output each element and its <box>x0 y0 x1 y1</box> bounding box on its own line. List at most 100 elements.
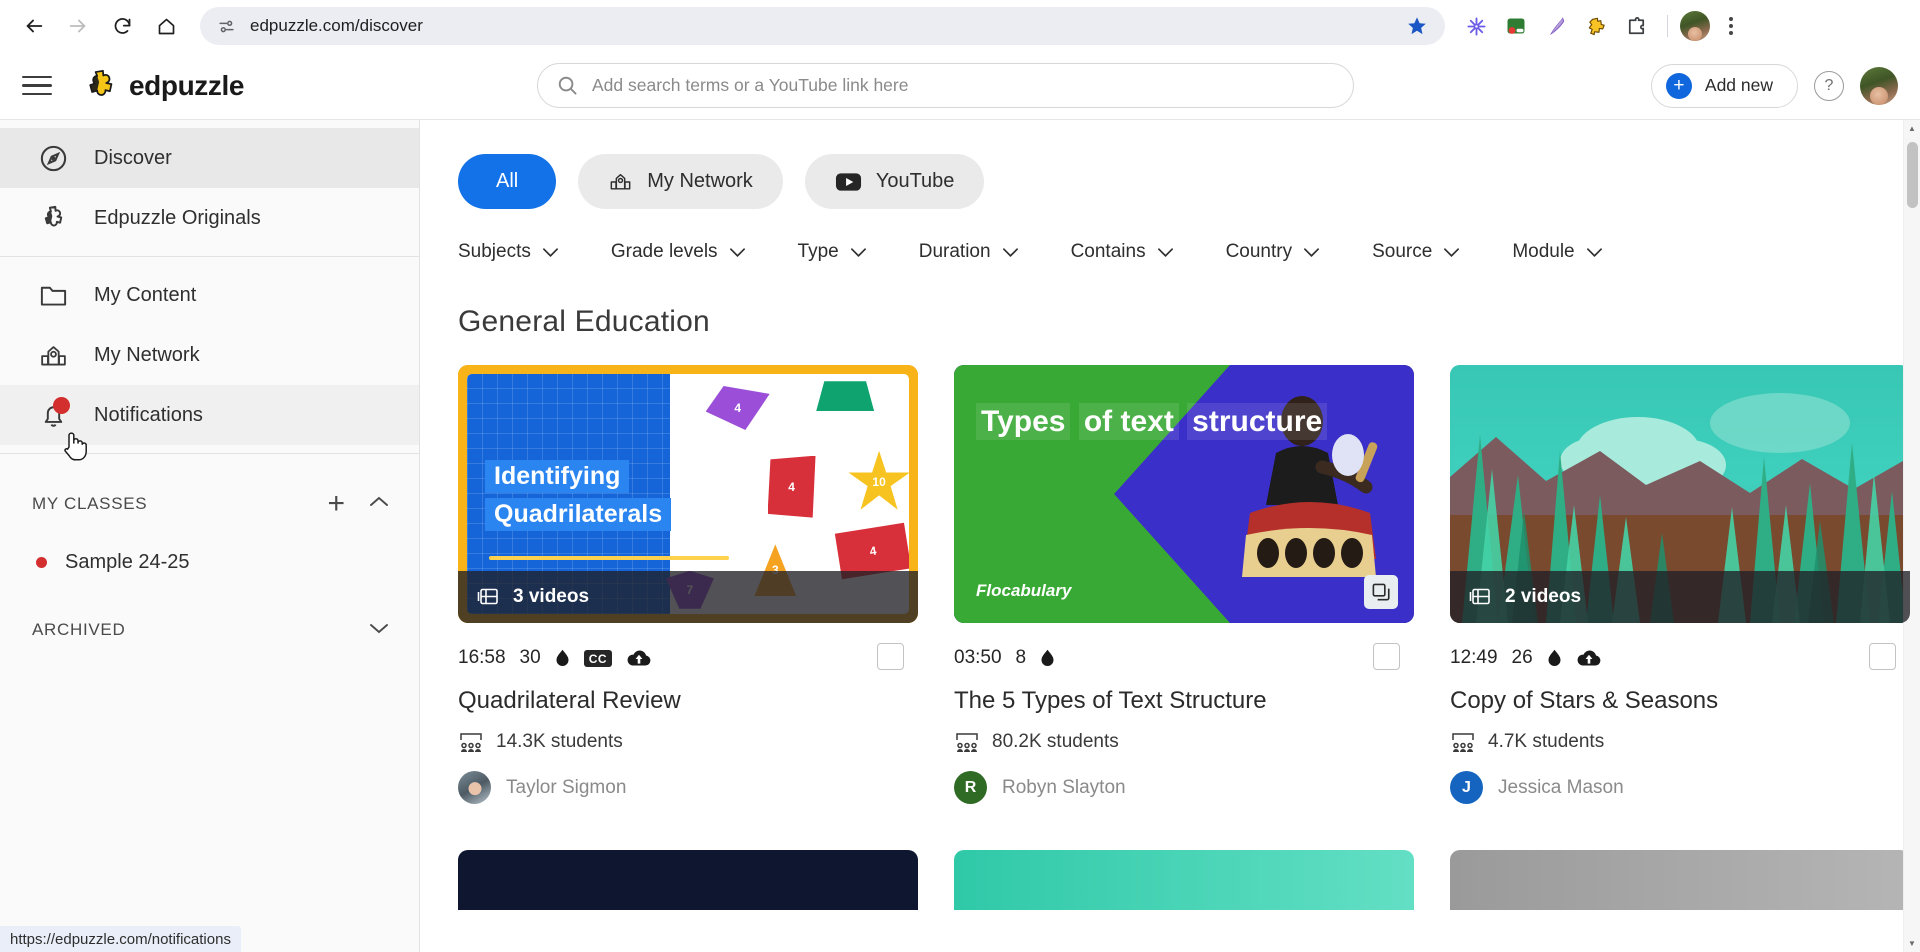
bookmark-button[interactable] <box>1401 10 1433 42</box>
bell-icon <box>34 396 72 434</box>
filter-module-label: Module <box>1512 241 1575 262</box>
film-stack-icon <box>1469 588 1490 605</box>
shape-purple-quad: 4 <box>705 386 770 430</box>
next-row-partial <box>458 850 1920 910</box>
thumbnail-underline <box>489 556 729 560</box>
help-button[interactable]: ? <box>1814 70 1844 101</box>
site-settings-button[interactable] <box>212 12 240 40</box>
filter-type[interactable]: Type <box>798 241 901 263</box>
home-icon <box>158 18 174 34</box>
yellow-puzzle-extension-button[interactable] <box>1577 7 1615 45</box>
flocabulary-logo: Flocabulary <box>976 581 1071 601</box>
chevron-down-icon <box>1586 247 1602 257</box>
select-video-checkbox[interactable] <box>1373 643 1400 670</box>
forward-button[interactable] <box>58 6 98 46</box>
video-title[interactable]: Quadrilateral Review <box>458 687 918 715</box>
class-color-dot <box>36 556 47 568</box>
back-button[interactable] <box>14 6 54 46</box>
question-drop-icon <box>1041 649 1054 666</box>
youtube-icon <box>835 172 861 191</box>
tab-youtube-label: YouTube <box>875 170 955 192</box>
my-classes-title: MY CLASSES <box>32 494 148 513</box>
sidebar: Discover Edpuzzle Originals My Content M… <box>0 120 420 952</box>
class-item-sample-24-25[interactable]: Sample 24-25 <box>0 536 419 588</box>
edpuzzle-logo[interactable]: edpuzzle <box>82 67 244 105</box>
sidebar-item-my-network[interactable]: My Network <box>0 325 419 385</box>
sidebar-item-my-content[interactable]: My Content <box>0 265 419 325</box>
status-url-text: https://edpuzzle.com/notifications <box>10 930 231 948</box>
tab-my-network[interactable]: My Network <box>578 154 783 209</box>
help-label: ? <box>1824 76 1834 94</box>
scroll-down-arrow[interactable]: ▼ <box>1904 935 1920 952</box>
scroll-up-arrow[interactable]: ▲ <box>1904 120 1920 137</box>
thumbnail-title-line1: Types <box>976 403 1071 441</box>
search-bar[interactable]: Add search terms or a YouTube link here <box>537 63 1354 108</box>
filter-country[interactable]: Country <box>1226 241 1355 263</box>
video-thumbnail[interactable] <box>1450 850 1910 910</box>
tab-all[interactable]: All <box>458 154 557 209</box>
asterisk-extension-button[interactable] <box>1457 7 1495 45</box>
filter-subjects[interactable]: Subjects <box>458 241 593 263</box>
url-text[interactable]: edpuzzle.com/discover <box>240 16 1401 36</box>
thumbnail-title-line2: Quadrilaterals <box>485 498 672 531</box>
thumbnail-title: Types of text structure <box>976 403 1328 442</box>
scrollbar-thumb[interactable] <box>1907 142 1918 208</box>
sidebar-item-edpuzzle-originals[interactable]: Edpuzzle Originals <box>0 188 419 248</box>
video-title[interactable]: The 5 Types of Text Structure <box>954 687 1414 715</box>
user-avatar[interactable] <box>1860 66 1898 105</box>
reload-button[interactable] <box>102 6 142 46</box>
collapse-classes-button[interactable] <box>367 495 391 514</box>
author-initial: R <box>964 778 977 796</box>
sidebar-item-notifications[interactable]: Notifications <box>0 385 419 461</box>
notification-badge <box>53 397 70 414</box>
video-thumbnail[interactable]: 2 videos <box>1450 365 1910 623</box>
question-drop-icon <box>556 649 569 666</box>
add-new-button[interactable]: + Add new <box>1650 63 1798 108</box>
video-author[interactable]: R Robyn Slayton <box>954 771 1414 804</box>
sidebar-item-notifications-label: Notifications <box>94 403 203 426</box>
tab-youtube[interactable]: YouTube <box>804 154 985 209</box>
video-card[interactable]: 4 4 10 4 3 7 Identifying Quadrilaterals <box>458 365 918 804</box>
chevron-up-icon <box>370 496 388 506</box>
green-recorder-extension-button[interactable] <box>1497 7 1535 45</box>
address-bar[interactable]: edpuzzle.com/discover <box>200 7 1445 45</box>
sidebar-item-discover[interactable]: Discover <box>0 128 419 188</box>
select-video-checkbox[interactable] <box>1869 643 1896 670</box>
archived-header[interactable]: ARCHIVED <box>0 598 419 662</box>
page-scrollbar[interactable]: ▲ ▼ <box>1903 120 1920 952</box>
hamburger-menu-icon[interactable] <box>22 66 62 106</box>
video-duration: 12:49 <box>1450 647 1498 668</box>
filter-duration[interactable]: Duration <box>919 241 1053 263</box>
select-video-checkbox[interactable] <box>877 643 904 670</box>
video-author[interactable]: Taylor Sigmon <box>458 771 918 804</box>
video-title[interactable]: Copy of Stars & Seasons <box>1450 687 1910 715</box>
purple-pen-extension-button[interactable] <box>1537 7 1575 45</box>
my-classes-header: MY CLASSES + <box>0 472 419 536</box>
question-drop-icon <box>1548 649 1561 666</box>
student-count-label: 4.7K students <box>1488 731 1605 752</box>
filter-grade-levels[interactable]: Grade levels <box>611 241 780 263</box>
video-card[interactable]: 2 videos 12:49 26 Copy of Stars & Season… <box>1450 365 1910 804</box>
multi-page-icon <box>1364 575 1398 609</box>
filter-source[interactable]: Source <box>1372 241 1494 263</box>
filter-contains[interactable]: Contains <box>1071 241 1208 263</box>
folder-icon <box>34 276 72 314</box>
expand-archived-button[interactable] <box>367 621 391 640</box>
search-input[interactable]: Add search terms or a YouTube link here <box>592 75 908 96</box>
video-author[interactable]: J Jessica Mason <box>1450 771 1910 804</box>
chevron-down-icon <box>370 623 388 633</box>
video-thumbnail[interactable]: 4 4 10 4 3 7 Identifying Quadrilaterals <box>458 365 918 623</box>
add-class-button[interactable]: + <box>327 489 345 519</box>
browser-profile-avatar[interactable] <box>1680 11 1710 41</box>
video-thumbnail[interactable] <box>954 850 1414 910</box>
thumbnail-title-line1: Identifying <box>485 460 630 493</box>
school-building-icon <box>34 336 72 374</box>
sidebar-group-secondary: My Content My Network Notifications <box>0 257 419 461</box>
filter-module[interactable]: Module <box>1512 241 1636 263</box>
home-button[interactable] <box>146 6 186 46</box>
three-dot-menu-icon[interactable] <box>1714 7 1748 45</box>
video-card[interactable]: Types of text structure Flocabulary 03:5… <box>954 365 1414 804</box>
extensions-button[interactable] <box>1617 7 1655 45</box>
video-thumbnail[interactable] <box>458 850 918 910</box>
video-thumbnail[interactable]: Types of text structure Flocabulary <box>954 365 1414 623</box>
